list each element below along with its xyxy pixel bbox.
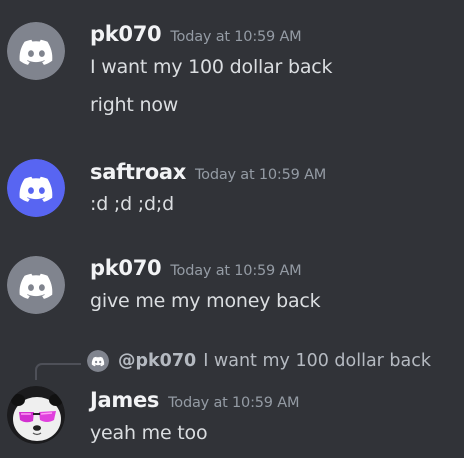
timestamp: Today at 10:59 AM: [168, 395, 300, 411]
message-text: give me my money back: [90, 290, 321, 312]
avatar[interactable]: [7, 159, 65, 217]
message-header: pk070 Today at 10:59 AM: [90, 22, 302, 46]
reply-preview-text[interactable]: I want my 100 dollar back: [203, 351, 431, 371]
message-header: saftroax Today at 10:59 AM: [90, 160, 326, 184]
username[interactable]: pk070: [90, 22, 162, 46]
timestamp: Today at 10:59 AM: [170, 263, 302, 279]
discord-logo-icon: [87, 350, 109, 372]
message-header: pk070 Today at 10:59 AM: [90, 256, 302, 280]
avatar[interactable]: [7, 22, 65, 80]
username[interactable]: James: [90, 388, 159, 412]
discord-logo-icon: [7, 159, 65, 217]
message-text: yeah me too: [90, 422, 208, 444]
reply-reference[interactable]: @pk070 I want my 100 dollar back: [87, 350, 431, 372]
message-text: :d ;d ;d;d: [90, 193, 174, 215]
message-text: right now: [90, 94, 179, 116]
chat-messages: pk070 Today at 10:59 AM I want my 100 dol…: [0, 0, 464, 458]
discord-logo-icon: [7, 22, 65, 80]
panda-sunglasses-avatar-icon: [7, 386, 65, 444]
timestamp: Today at 10:59 AM: [194, 167, 327, 183]
username[interactable]: saftroax: [90, 160, 186, 184]
message-text: I want my 100 dollar back: [90, 56, 333, 78]
avatar[interactable]: [7, 386, 65, 444]
reply-avatar: [87, 350, 109, 372]
timestamp: Today at 10:59 AM: [170, 29, 302, 45]
discord-logo-icon: [7, 256, 65, 314]
username[interactable]: pk070: [90, 256, 162, 280]
message-header: James Today at 10:59 AM: [90, 388, 299, 412]
reply-spine: [35, 363, 81, 380]
avatar[interactable]: [7, 256, 65, 314]
reply-mention[interactable]: @pk070: [118, 351, 196, 371]
